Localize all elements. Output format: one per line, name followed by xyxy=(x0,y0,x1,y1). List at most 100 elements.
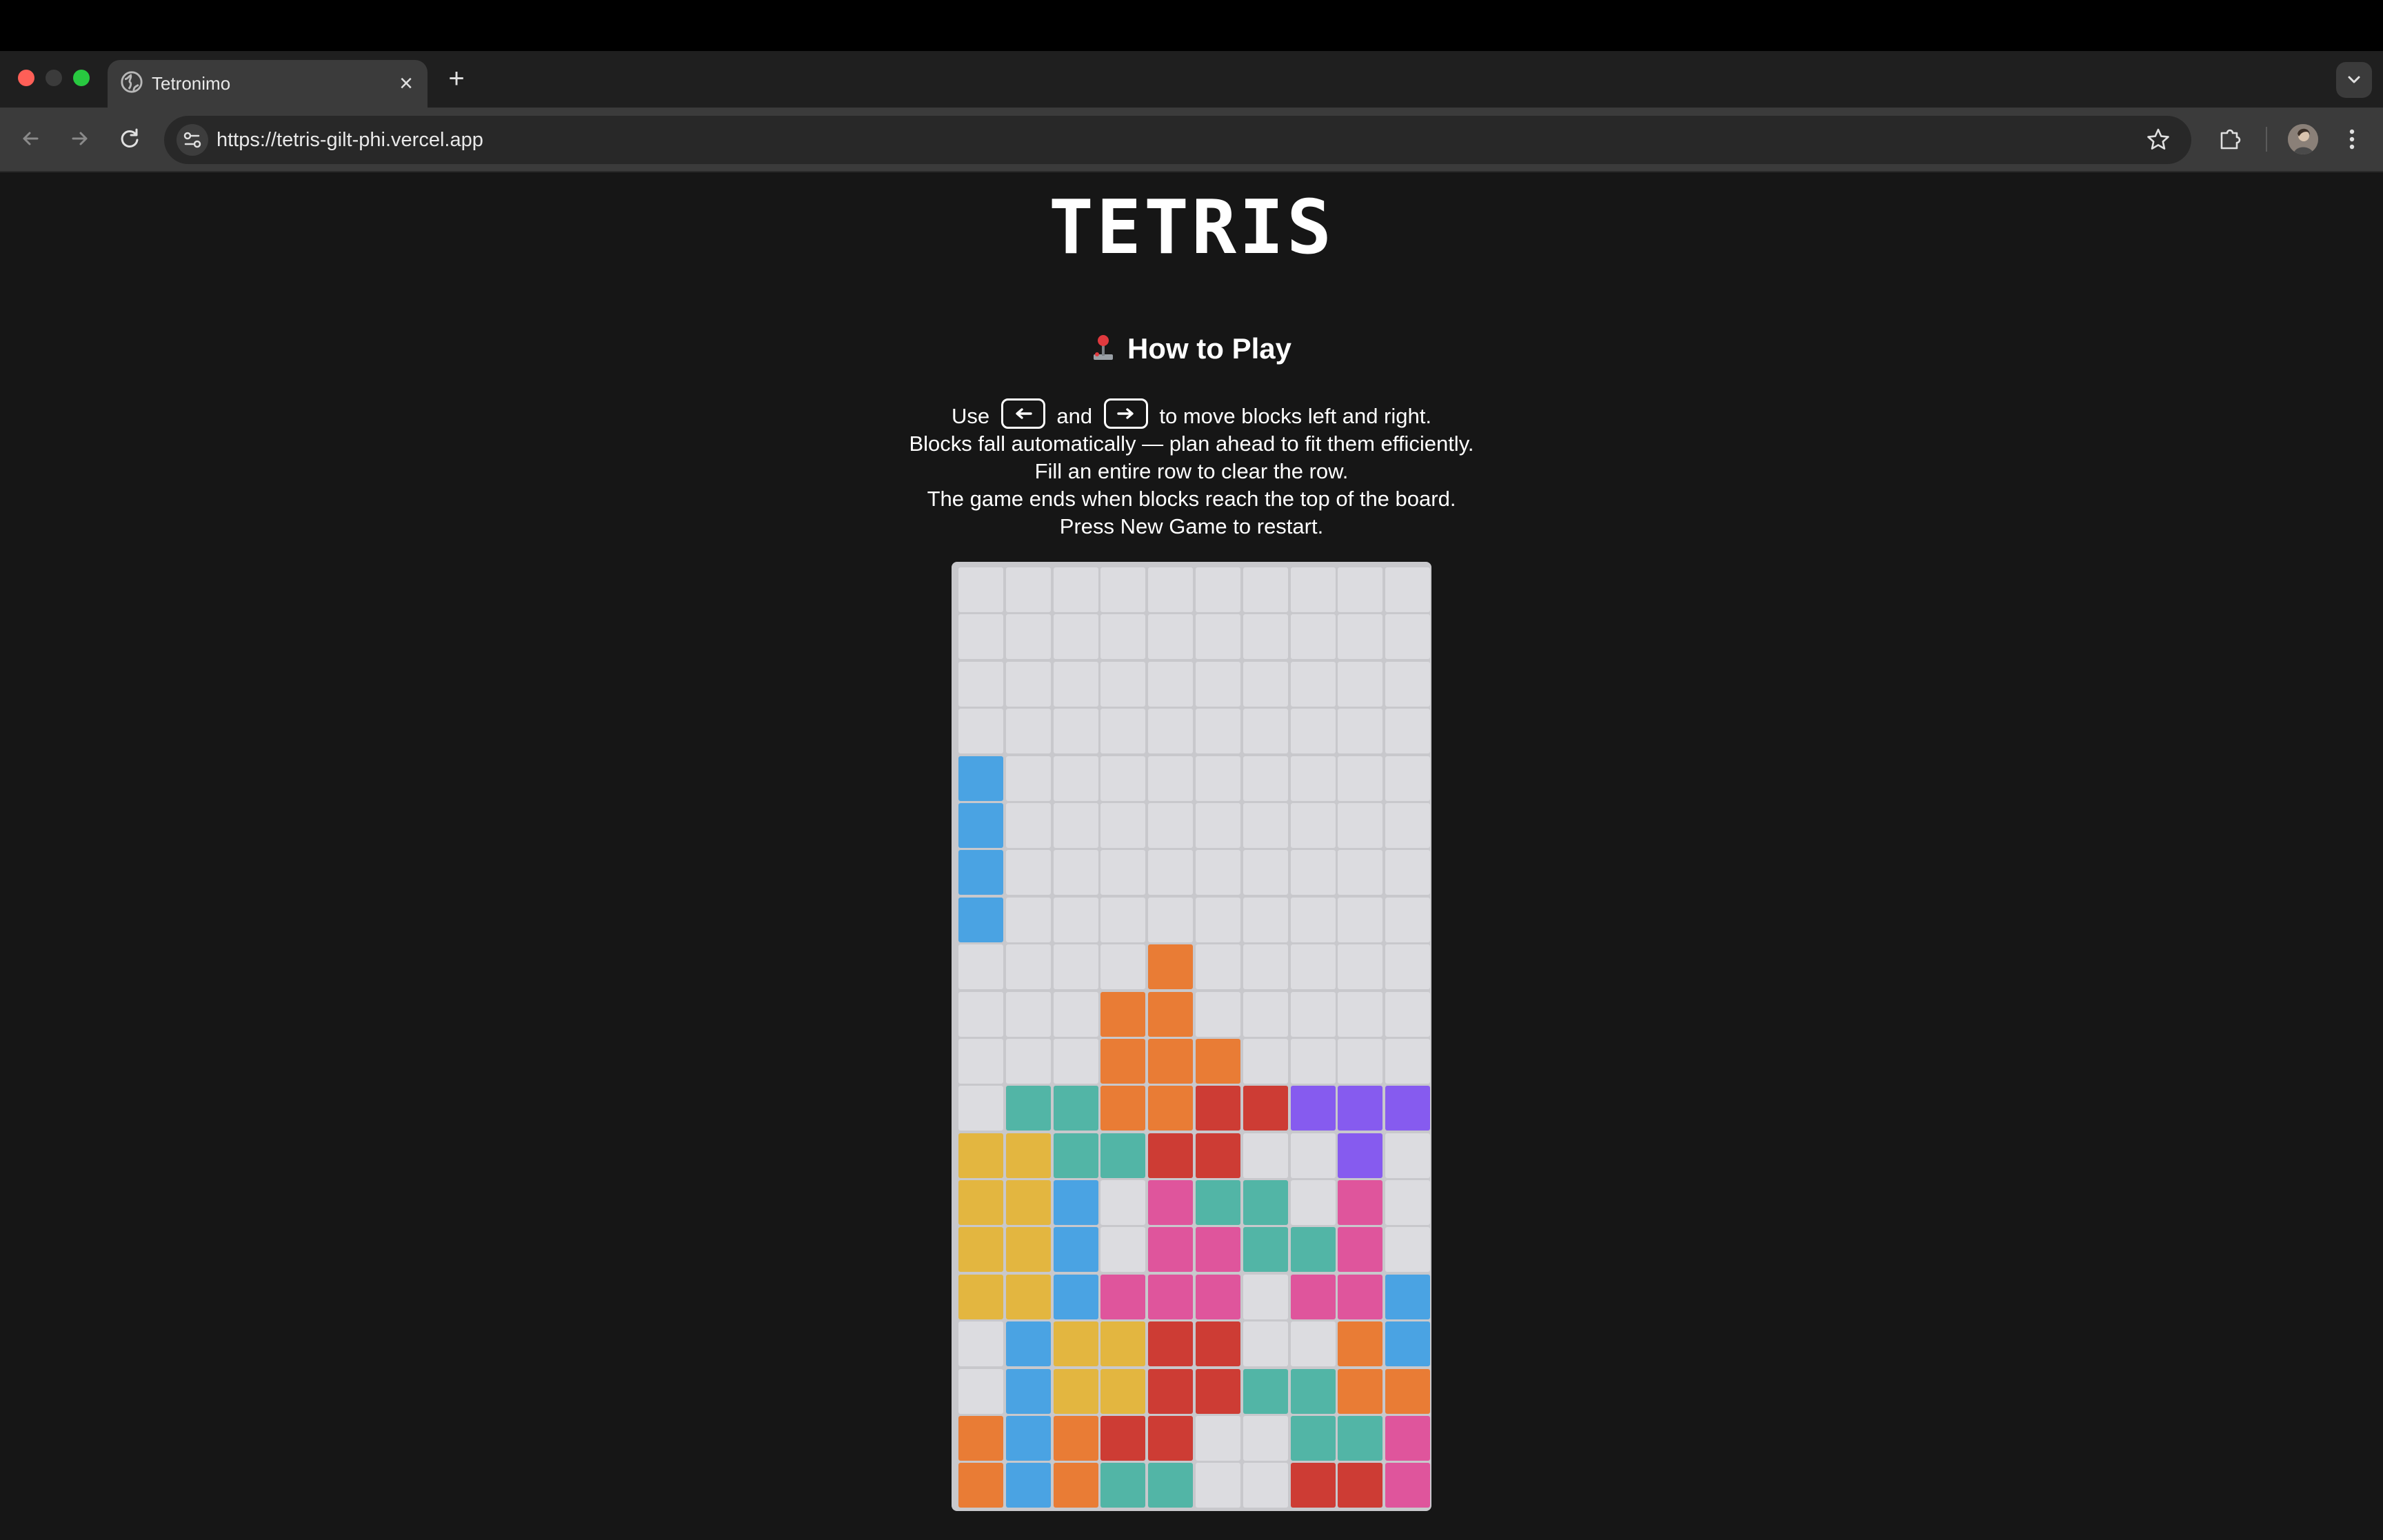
board-cell-empty xyxy=(1053,1038,1098,1084)
avatar-image xyxy=(2288,124,2318,154)
reload-icon[interactable] xyxy=(116,125,143,152)
board-cell-empty xyxy=(1100,756,1146,801)
board-cell-empty xyxy=(1243,614,1288,660)
board-cell-empty xyxy=(1053,944,1098,990)
board-cell-empty xyxy=(1100,567,1146,612)
board-cell-empty xyxy=(1290,1321,1336,1367)
url-text[interactable]: https://tetris-gilt-phi.vercel.app xyxy=(217,116,483,164)
board-cell-empty xyxy=(1243,1133,1288,1178)
board-cell-block xyxy=(1100,1463,1146,1508)
board-cell-block xyxy=(1338,1321,1383,1367)
board-cell-block xyxy=(1100,1133,1146,1178)
board-cell-empty xyxy=(1338,1038,1383,1084)
minimize-window-button[interactable] xyxy=(46,70,62,86)
board-cell-empty xyxy=(958,709,1003,754)
board-cell-block xyxy=(1100,1274,1146,1319)
board-cell-empty xyxy=(1290,991,1336,1037)
board-cell-empty xyxy=(1195,1463,1240,1508)
board-cell-empty xyxy=(1053,802,1098,848)
board-cell-empty xyxy=(1290,1038,1336,1084)
board-cell-empty xyxy=(1385,661,1431,707)
board-cell-empty xyxy=(1385,1227,1431,1273)
board-cell-empty xyxy=(1148,661,1194,707)
board-cell-empty xyxy=(1100,897,1146,942)
board-cell-empty xyxy=(958,614,1003,660)
board-cell-block xyxy=(1385,1416,1431,1461)
board-cell-empty xyxy=(1243,1274,1288,1319)
board-cell-empty xyxy=(1148,756,1194,801)
board-cell-empty xyxy=(1005,661,1051,707)
board-cell-block xyxy=(958,1227,1003,1273)
board-cell-empty xyxy=(1290,1133,1336,1178)
board-cell-block xyxy=(1100,1086,1146,1131)
board-cell-block xyxy=(958,1133,1003,1178)
board-cell-empty xyxy=(1053,661,1098,707)
maximize-window-button[interactable] xyxy=(73,70,90,86)
site-info-button[interactable] xyxy=(177,124,208,156)
board-cell-empty xyxy=(1100,802,1146,848)
game-board[interactable] xyxy=(952,562,1431,1511)
board-cell-empty xyxy=(1005,567,1051,612)
board-cell-block xyxy=(1148,1227,1194,1273)
board-cell-empty xyxy=(1385,802,1431,848)
board-cell-block xyxy=(1338,1368,1383,1414)
board-cell-empty xyxy=(1005,1038,1051,1084)
board-cell-empty xyxy=(1195,991,1240,1037)
board-cell-empty xyxy=(1243,850,1288,895)
board-cell-empty xyxy=(1243,1038,1288,1084)
board-cell-empty xyxy=(1053,991,1098,1037)
board-cell-block xyxy=(1148,991,1194,1037)
board-cell-block xyxy=(1005,1368,1051,1414)
board-cell-block xyxy=(1005,1463,1051,1508)
board-cell-block xyxy=(1005,1227,1051,1273)
board-cell-block xyxy=(1195,1086,1240,1131)
board-cell-block xyxy=(1195,1368,1240,1414)
board-cell-empty xyxy=(1053,709,1098,754)
back-arrow-icon[interactable] xyxy=(17,125,44,152)
more-vertical-icon[interactable] xyxy=(2342,125,2362,153)
board-cell-block xyxy=(1148,1180,1194,1226)
tab-close-icon[interactable]: × xyxy=(394,72,418,95)
board-cell-block xyxy=(1148,1038,1194,1084)
board-cell-block xyxy=(1148,1086,1194,1131)
address-bar[interactable]: https://tetris-gilt-phi.vercel.app xyxy=(164,116,2191,164)
board-cell-block xyxy=(1243,1227,1288,1273)
board-cell-block xyxy=(1053,1227,1098,1273)
board-cell-empty xyxy=(1243,897,1288,942)
globe-icon xyxy=(121,71,143,93)
board-cell-empty xyxy=(1148,614,1194,660)
board-cell-block xyxy=(1053,1463,1098,1508)
tab-search-button[interactable] xyxy=(2336,62,2372,98)
board-cell-block xyxy=(1290,1086,1336,1131)
board-cell-empty xyxy=(1385,1038,1431,1084)
board-cell-block xyxy=(1385,1321,1431,1367)
bookmark-star-icon[interactable] xyxy=(2144,126,2172,154)
how-to-play-label: How to Play xyxy=(1127,332,1292,365)
board-cell-block xyxy=(1243,1368,1288,1414)
board-cell-empty xyxy=(1100,850,1146,895)
board-cell-block xyxy=(1053,1416,1098,1461)
how-to-play-heading: How to Play xyxy=(0,332,2383,365)
browser-tab[interactable]: Tetronimo × xyxy=(108,60,428,108)
left-arrow-icon xyxy=(1016,408,1032,419)
board-cell-empty xyxy=(1195,709,1240,754)
new-tab-button[interactable]: + xyxy=(441,63,472,94)
extensions-puzzle-icon[interactable] xyxy=(2216,125,2245,154)
instruction-line-2: Blocks fall automatically — plan ahead t… xyxy=(909,432,1474,456)
board-cell-empty xyxy=(1148,709,1194,754)
board-cell-empty xyxy=(1100,1180,1146,1226)
close-window-button[interactable] xyxy=(18,70,34,86)
board-cell-empty xyxy=(1243,991,1288,1037)
board-cell-block xyxy=(1338,1086,1383,1131)
board-cell-empty xyxy=(1005,756,1051,801)
board-cell-empty xyxy=(1195,1416,1240,1461)
board-cell-block xyxy=(1290,1368,1336,1414)
board-cell-empty xyxy=(958,991,1003,1037)
forward-arrow-icon[interactable] xyxy=(66,125,94,152)
board-cell-empty xyxy=(1053,897,1098,942)
profile-avatar[interactable] xyxy=(2288,124,2318,154)
board-cell-empty xyxy=(1290,802,1336,848)
board-cell-empty xyxy=(1243,661,1288,707)
board-cell-empty xyxy=(1385,756,1431,801)
board-cell-block xyxy=(1385,1274,1431,1319)
